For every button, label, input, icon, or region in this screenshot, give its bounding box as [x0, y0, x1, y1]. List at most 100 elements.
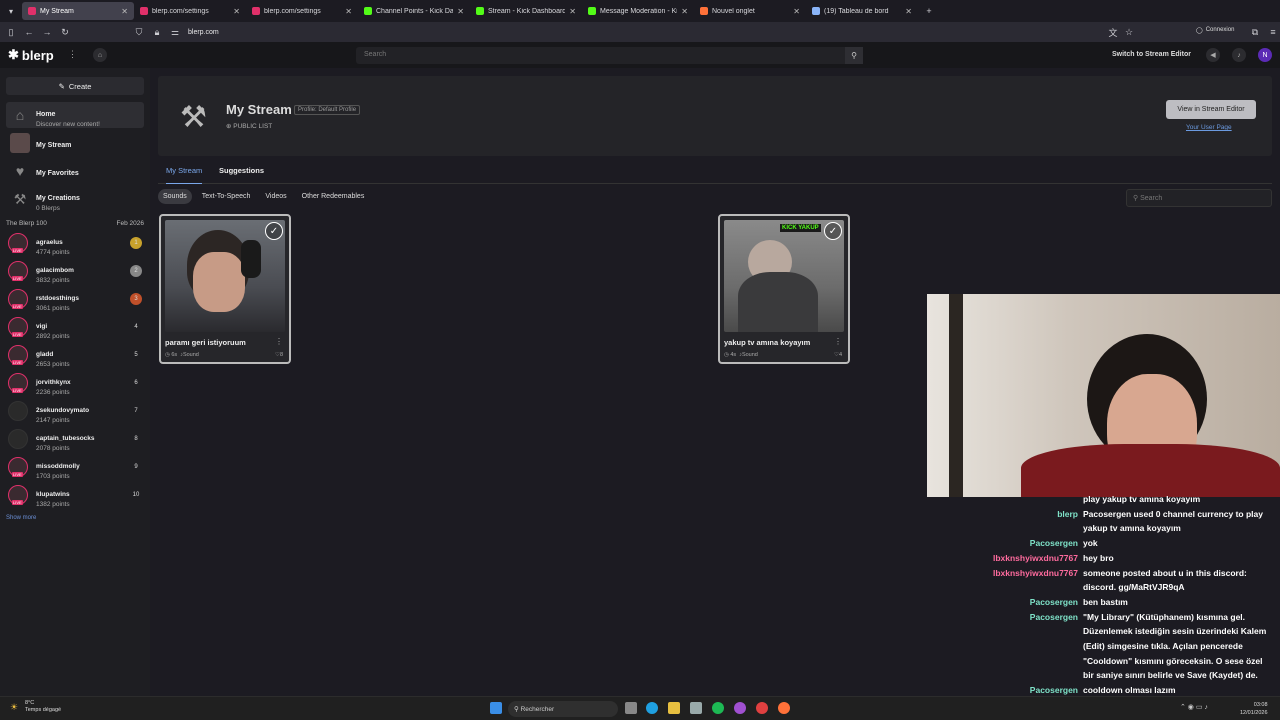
- leaderboard-item[interactable]: LIVE galacimbom 3832 points 2: [8, 259, 144, 284]
- browser-tab[interactable]: Channel Points - Kick Dashboa✕: [358, 2, 470, 20]
- shield-icon[interactable]: ⛉: [132, 25, 146, 39]
- system-tray-icons[interactable]: ⌃ ◉ ▭ ♪: [1180, 703, 1208, 711]
- close-tab-icon[interactable]: ✕: [569, 7, 576, 16]
- user-page-link[interactable]: Your User Page: [1186, 124, 1232, 131]
- file-explorer-icon[interactable]: [668, 702, 680, 714]
- rank-badge: 6: [134, 380, 138, 386]
- leaderboard-item[interactable]: LIVE klupatwins 1382 points 10: [8, 483, 144, 508]
- card-menu-icon[interactable]: ⋮: [834, 337, 842, 346]
- browser-tab[interactable]: (19) Tableau de bord ✕: [806, 2, 918, 20]
- filter-chip[interactable]: Text-To-Speech: [197, 189, 256, 204]
- close-tab-icon[interactable]: ✕: [121, 7, 128, 16]
- selected-check-icon[interactable]: ✓: [265, 222, 283, 240]
- live-badge: LIVE: [12, 360, 23, 365]
- rank-badge: 4: [134, 324, 138, 330]
- blerp-likes[interactable]: ♡8: [275, 352, 283, 358]
- rank-badge: 2: [130, 265, 142, 277]
- back-icon[interactable]: ←: [22, 25, 36, 39]
- notification-bell-icon[interactable]: ♪: [1232, 48, 1246, 62]
- close-tab-icon[interactable]: ✕: [905, 7, 912, 16]
- show-more-link[interactable]: Show more: [6, 515, 36, 521]
- leader-points: 4774 points: [36, 248, 70, 256]
- site-search-input[interactable]: Search: [356, 47, 863, 64]
- sidebar-item-home[interactable]: ⌂ Home Discover new content!: [6, 102, 144, 128]
- browser-tab[interactable]: Message Moderation - Kick Da✕: [582, 2, 694, 20]
- leaderboard-item[interactable]: 2sekundovymato 2147 points 7: [8, 399, 144, 424]
- sidebar-item-my-favorites[interactable]: ♥ My Favorites: [6, 158, 144, 184]
- blerp-card[interactable]: KICK YAKUP ✓ yakup tv amına koyayım ⋮ ◷ …: [718, 214, 850, 364]
- leaderboard-item[interactable]: LIVE jorvithkynx 2236 points 6: [8, 371, 144, 396]
- avatar[interactable]: N: [1258, 48, 1272, 62]
- leaderboard-item[interactable]: LIVE gladd 2653 points 5: [8, 343, 144, 368]
- spotify-icon[interactable]: [712, 702, 724, 714]
- tab-list-icon[interactable]: ▾: [4, 4, 18, 18]
- create-button[interactable]: ✎ Create: [6, 77, 144, 95]
- filter-chip[interactable]: Videos: [260, 189, 291, 204]
- taskbar-search[interactable]: ⚲ Rechercher: [508, 701, 618, 717]
- view-in-stream-editor-button[interactable]: View in Stream Editor: [1166, 100, 1256, 119]
- extensions-icon[interactable]: ⧉: [1248, 25, 1262, 39]
- browser-tab[interactable]: My Stream ✕: [22, 2, 134, 20]
- tab-suggestions[interactable]: Suggestions: [219, 166, 264, 175]
- close-tab-icon[interactable]: ✕: [681, 7, 688, 16]
- switch-to-stream-editor-button[interactable]: Switch to Stream Editor: [1112, 51, 1191, 58]
- menu-icon[interactable]: ≡: [1266, 25, 1280, 39]
- browser-tab[interactable]: Stream - Kick Dashboard ✕: [470, 2, 582, 20]
- avatar: LIVE: [8, 289, 28, 309]
- browser-tab[interactable]: blerp.com/settings ✕: [246, 2, 358, 20]
- leader-name: vigi: [36, 322, 48, 330]
- chrome-icon[interactable]: [756, 702, 768, 714]
- filter-chip[interactable]: Other Redeemables: [297, 189, 370, 204]
- firefox-icon[interactable]: [778, 702, 790, 714]
- sidebar: ✎ Create ⌂ Home Discover new content! My S…: [0, 68, 150, 696]
- filter-search-input[interactable]: ⚲ Search: [1126, 189, 1272, 207]
- windows-start-icon[interactable]: [490, 702, 502, 714]
- leaderboard-item[interactable]: LIVE missoddmolly 1703 points 9: [8, 455, 144, 480]
- live-badge: LIVE: [12, 304, 23, 309]
- app-icon[interactable]: [734, 702, 746, 714]
- forward-icon[interactable]: →: [40, 25, 54, 39]
- browser-tab[interactable]: blerp.com/settings ✕: [134, 2, 246, 20]
- sidebar-item-my-stream[interactable]: My Stream: [6, 130, 144, 156]
- selected-check-icon[interactable]: ✓: [824, 222, 842, 240]
- leaderboard-item[interactable]: LIVE agraelus 4774 points 1: [8, 231, 144, 256]
- url-field[interactable]: blerp.com: [188, 29, 219, 36]
- close-tab-icon[interactable]: ✕: [793, 7, 800, 16]
- weather-widget[interactable]: 8°C Temps dégagé: [25, 700, 61, 714]
- chat-username: blerp: [1057, 508, 1078, 519]
- more-options-icon[interactable]: ⋮: [68, 49, 77, 60]
- tab-my-stream[interactable]: My Stream: [166, 166, 203, 184]
- leaderboard-item[interactable]: captain_tubesocks 2078 points 8: [8, 427, 144, 452]
- new-tab-icon[interactable]: +: [922, 4, 936, 18]
- leaderboard-item[interactable]: LIVE rstdoesthings 3061 points 3: [8, 287, 144, 312]
- avatar: LIVE: [8, 373, 28, 393]
- close-tab-icon[interactable]: ✕: [457, 7, 464, 16]
- task-view-icon[interactable]: [625, 702, 637, 714]
- close-tab-icon[interactable]: ✕: [345, 7, 352, 16]
- store-icon[interactable]: [690, 702, 702, 714]
- edge-icon[interactable]: [646, 702, 658, 714]
- blerp-card[interactable]: ✓ paramı geri istiyoruum ⋮ ◷ 6s ♪Sound ♡…: [159, 214, 291, 364]
- bookmark-star-icon[interactable]: ☆: [1122, 25, 1136, 39]
- translate-icon[interactable]: 文: [1106, 25, 1120, 39]
- filter-chip[interactable]: Sounds: [158, 189, 192, 204]
- account-label: Connexion: [1205, 27, 1235, 33]
- profile-badge[interactable]: Profile: Default Profile: [294, 105, 361, 115]
- page-settings-icon[interactable]: ⚌: [168, 25, 182, 39]
- sound-icon[interactable]: ◀: [1206, 48, 1220, 62]
- card-menu-icon[interactable]: ⋮: [275, 337, 283, 346]
- account-button[interactable]: ◯ Connexion: [1196, 27, 1234, 34]
- leaderboard-item[interactable]: LIVE vigi 2892 points 4: [8, 315, 144, 340]
- clock[interactable]: 03:08 12/01/2026: [1240, 701, 1268, 717]
- content-tabs: My Stream Suggestions: [158, 160, 1272, 184]
- browser-tab[interactable]: Nouvel onglet ✕: [694, 2, 806, 20]
- home-icon[interactable]: ⌂: [93, 48, 107, 62]
- reload-icon[interactable]: ↻: [58, 25, 72, 39]
- search-icon[interactable]: ⚲: [845, 47, 863, 64]
- leader-points: 2236 points: [36, 388, 70, 396]
- blerp-likes[interactable]: ♡4: [834, 352, 842, 358]
- sidebar-item-my-creations[interactable]: ⚒ My Creations 0 Blerps: [6, 186, 144, 212]
- blerp-logo[interactable]: ✱ blerp: [8, 47, 54, 63]
- sidebar-toggle-icon[interactable]: ▯: [4, 25, 18, 39]
- close-tab-icon[interactable]: ✕: [233, 7, 240, 16]
